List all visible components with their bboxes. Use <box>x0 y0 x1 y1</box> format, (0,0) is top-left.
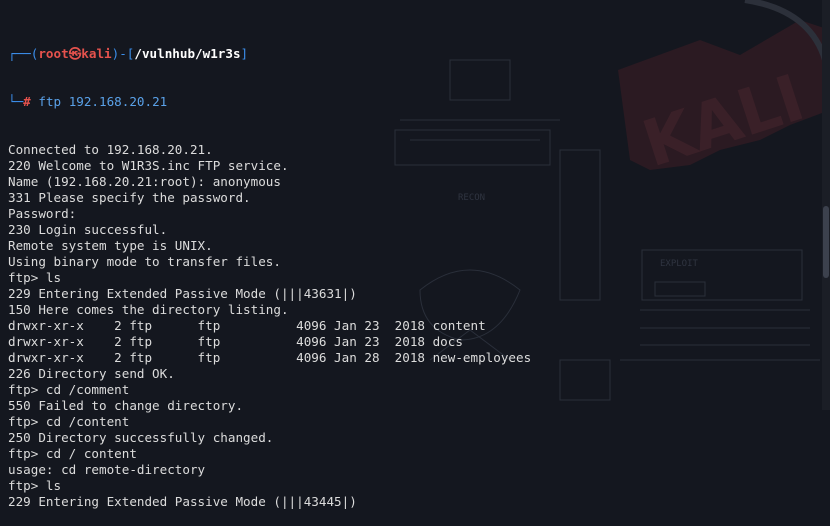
terminal-output[interactable]: ┌──(root㉿kali)-[/vulnhub/w1r3s] └─# ftp … <box>8 14 810 526</box>
prompt-hash: # <box>23 94 31 109</box>
prompt-command: ftp 192.168.20.21 <box>38 94 168 109</box>
prompt-path: /vulnhub/w1r3s <box>134 46 241 61</box>
terminal-line: 220 Welcome to W1R3S.inc FTP service. <box>8 158 289 173</box>
prompt-header-line: ┌──(root㉿kali)-[/vulnhub/w1r3s] <box>8 46 249 61</box>
terminal-line: 226 Directory send OK. <box>8 366 175 381</box>
command-output: Connected to 192.168.20.21. 220 Welcome t… <box>8 142 810 510</box>
terminal-line: 229 Entering Extended Passive Mode (|||4… <box>8 494 357 509</box>
terminal-line: ftp> cd / content <box>8 446 137 461</box>
terminal-line: 229 Entering Extended Passive Mode (|||4… <box>8 286 357 301</box>
prompt-command-line: └─# ftp 192.168.20.21 <box>8 94 168 109</box>
terminal-line: 550 Failed to change directory. <box>8 398 244 413</box>
terminal-line: ftp> ls <box>8 478 62 493</box>
terminal-line: ftp> ls <box>8 270 62 285</box>
terminal-line: Password: <box>8 206 77 221</box>
prompt-skull-icon: ㉿ <box>68 46 82 61</box>
terminal-line: 230 Login successful. <box>8 222 168 237</box>
terminal-line: 250 Directory successfully changed. <box>8 430 274 445</box>
terminal-line: Remote system type is UNIX. <box>8 238 213 253</box>
prompt-user: root <box>38 46 69 61</box>
terminal-line: ftp> cd /comment <box>8 382 130 397</box>
terminal-line: 150 Here comes the directory listing. <box>8 302 289 317</box>
terminal-line: usage: cd remote-directory <box>8 462 206 477</box>
scrollbar-thumb[interactable] <box>823 206 829 278</box>
terminal-line: ftp> cd /content <box>8 414 130 429</box>
terminal-line: Using binary mode to transfer files. <box>8 254 281 269</box>
terminal-line: 331 Please specify the password. <box>8 190 251 205</box>
terminal-scrollbar[interactable] <box>822 0 830 410</box>
terminal-line: drwxr-xr-x 2 ftp ftp 4096 Jan 28 2018 ne… <box>8 350 532 365</box>
terminal-line: Name (192.168.20.21:root): anonymous <box>8 174 281 189</box>
terminal-line: drwxr-xr-x 2 ftp ftp 4096 Jan 23 2018 co… <box>8 318 486 333</box>
terminal-line: Connected to 192.168.20.21. <box>8 142 213 157</box>
prompt-host: kali <box>81 46 112 61</box>
terminal-line: drwxr-xr-x 2 ftp ftp 4096 Jan 23 2018 do… <box>8 334 463 349</box>
